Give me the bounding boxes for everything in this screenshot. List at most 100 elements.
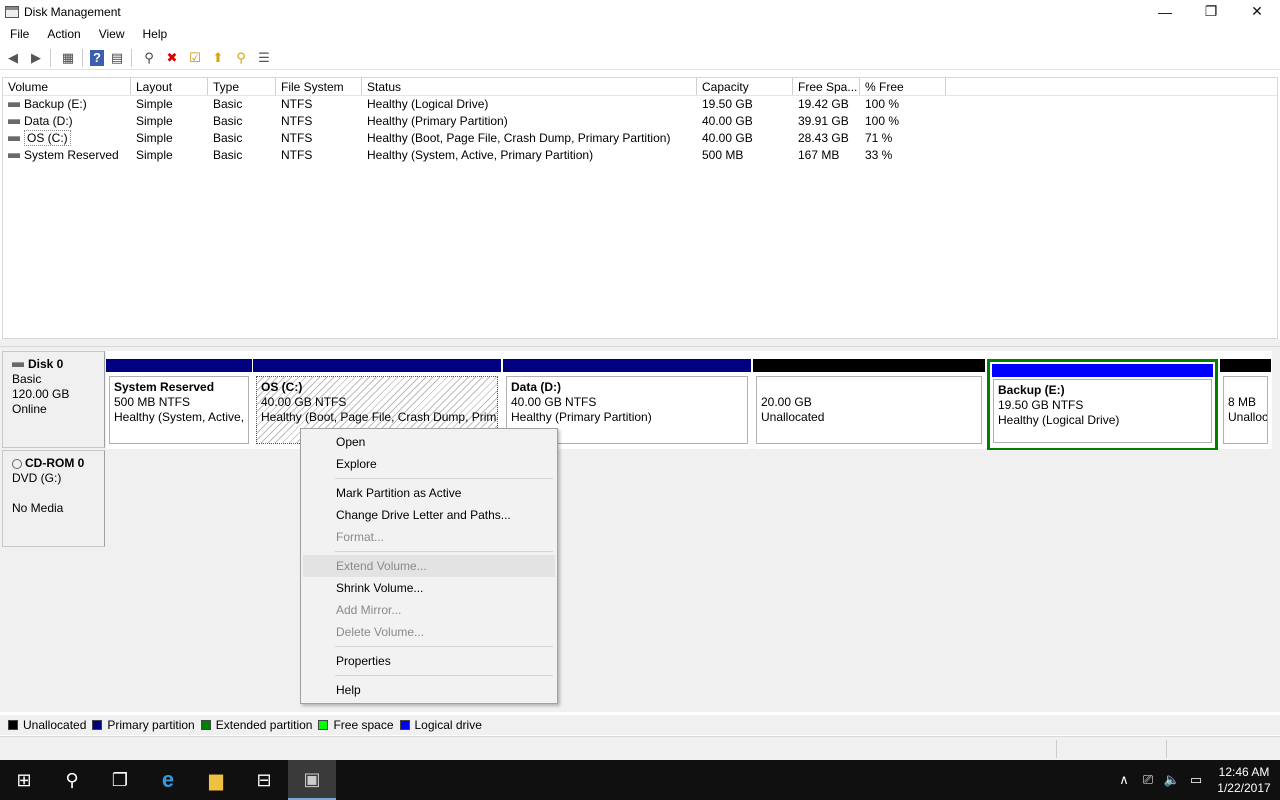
- menu-action[interactable]: Action: [37, 23, 88, 45]
- properties-icon[interactable]: ▤: [107, 48, 127, 68]
- disk-0-label[interactable]: Disk 0 Basic 120.00 GB Online: [2, 351, 105, 448]
- column-type[interactable]: Type: [208, 78, 276, 95]
- partition-box: 20.00 GB Unallocated: [756, 376, 982, 444]
- partition-status: Healthy (Boot, Page File, Crash Dump, Pr…: [261, 410, 498, 424]
- cell-status: Healthy (System, Active, Primary Partiti…: [362, 147, 697, 164]
- menu-help[interactable]: Help: [133, 23, 176, 45]
- clock-time: 12:46 AM: [1208, 764, 1280, 780]
- menu-item-shrink-volume[interactable]: Shrink Volume...: [303, 577, 555, 599]
- back-arrow-icon[interactable]: ◀: [3, 48, 23, 68]
- search-icon[interactable]: ⚲: [48, 760, 96, 800]
- file-explorer-icon[interactable]: ▆: [192, 760, 240, 800]
- title-bar: Disk Management — ❐ ✕: [0, 0, 1280, 23]
- column-percent-free[interactable]: % Free: [860, 78, 946, 95]
- partition-size: 40.00 GB NTFS: [261, 395, 346, 409]
- legend-swatch: [318, 720, 328, 730]
- list-view-icon[interactable]: ☰: [254, 48, 274, 68]
- partition-backup-e[interactable]: Backup (E:) 19.50 GB NTFS Healthy (Logic…: [987, 359, 1218, 451]
- menu-bar: File Action View Help: [0, 23, 1280, 45]
- menu-item-change-drive-letter[interactable]: Change Drive Letter and Paths...: [303, 504, 555, 526]
- clock[interactable]: 12:46 AM 1/22/2017: [1208, 764, 1280, 796]
- close-button[interactable]: ✕: [1234, 0, 1280, 23]
- search-folder-icon[interactable]: ⚲: [231, 48, 251, 68]
- forward-arrow-icon[interactable]: ▶: [26, 48, 46, 68]
- partition-bar: [992, 364, 1213, 377]
- graphical-view: Disk 0 Basic 120.00 GB Online System Res…: [0, 347, 1280, 712]
- check-icon[interactable]: ☑: [185, 48, 205, 68]
- cell-layout: Simple: [131, 130, 208, 147]
- disk-management-task-icon[interactable]: ▣: [288, 760, 336, 800]
- partition-size: 20.00 GB: [761, 395, 812, 409]
- menu-item-open[interactable]: Open: [303, 431, 555, 453]
- cell-capacity: 19.50 GB: [697, 96, 793, 113]
- menu-separator: [335, 478, 553, 479]
- volume-list: Volume Layout Type File System Status Ca…: [2, 77, 1278, 339]
- cell-status: Healthy (Primary Partition): [362, 113, 697, 130]
- partition-unallocated-tail[interactable]: 8 MB Unalloc: [1220, 359, 1271, 449]
- cell-percent-free: 33 %: [860, 147, 946, 164]
- table-row[interactable]: OS (C:) Simple Basic NTFS Healthy (Boot,…: [3, 130, 1277, 147]
- partition-status: Unallocated: [761, 410, 824, 424]
- legend-item: Extended partition: [201, 718, 313, 732]
- connect-disk-icon[interactable]: ⚲: [139, 48, 159, 68]
- store-icon[interactable]: ⊟: [240, 760, 288, 800]
- menu-item-help[interactable]: Help: [303, 679, 555, 701]
- network-icon[interactable]: ⎚: [1136, 772, 1160, 788]
- up-folder-icon[interactable]: ⬆: [208, 48, 228, 68]
- table-row[interactable]: System Reserved Simple Basic NTFS Health…: [3, 147, 1277, 164]
- column-layout[interactable]: Layout: [131, 78, 208, 95]
- menu-item-properties[interactable]: Properties: [303, 650, 555, 672]
- cell-status: Healthy (Logical Drive): [362, 96, 697, 113]
- menu-item-extend-volume: Extend Volume...: [303, 555, 555, 577]
- start-icon[interactable]: ⊞: [0, 760, 48, 800]
- volume-name: Data (D:): [24, 114, 73, 128]
- drive-icon: [8, 102, 20, 107]
- column-status[interactable]: Status: [362, 78, 697, 95]
- restore-button[interactable]: ❐: [1188, 0, 1234, 23]
- cell-free-space: 19.42 GB: [793, 96, 860, 113]
- partition-system-reserved[interactable]: System Reserved 500 MB NTFS Healthy (Sys…: [106, 359, 252, 449]
- notifications-icon[interactable]: ▭: [1184, 772, 1208, 788]
- menu-separator: [335, 646, 553, 647]
- volume-name: System Reserved: [24, 148, 119, 162]
- column-file-system[interactable]: File System: [276, 78, 362, 95]
- menu-item-mark-active[interactable]: Mark Partition as Active: [303, 482, 555, 504]
- disk-name: Disk 0: [28, 357, 63, 371]
- partition-status: Healthy (Logical Drive): [998, 413, 1119, 427]
- column-volume[interactable]: Volume: [3, 78, 131, 95]
- cell-capacity: 40.00 GB: [697, 113, 793, 130]
- partition-unallocated[interactable]: 20.00 GB Unallocated: [753, 359, 985, 449]
- show-hidden-icons-icon[interactable]: ∧: [1112, 772, 1136, 788]
- pane-splitter[interactable]: [0, 339, 1280, 347]
- menu-item-explore[interactable]: Explore: [303, 453, 555, 475]
- menu-file[interactable]: File: [0, 23, 37, 45]
- table-row[interactable]: Backup (E:) Simple Basic NTFS Healthy (L…: [3, 96, 1277, 113]
- cdrom-0-label[interactable]: CD-ROM 0 DVD (G:) No Media: [2, 450, 105, 547]
- cell-free-space: 28.43 GB: [793, 130, 860, 147]
- minimize-button[interactable]: —: [1142, 0, 1188, 23]
- partition-size: 500 MB NTFS: [114, 395, 190, 409]
- cell-free-space: 39.91 GB: [793, 113, 860, 130]
- toolbar-separator: [82, 49, 83, 67]
- toolbar-separator: [50, 49, 51, 67]
- column-free-space[interactable]: Free Spa...: [793, 78, 860, 95]
- help-icon[interactable]: ?: [90, 50, 104, 66]
- edge-icon[interactable]: e: [144, 760, 192, 800]
- console-tree-icon[interactable]: ▦: [58, 48, 78, 68]
- legend-swatch: [92, 720, 102, 730]
- cell-file-system: NTFS: [276, 113, 362, 130]
- volume-icon[interactable]: 🔈: [1160, 772, 1184, 788]
- partition-size: 19.50 GB NTFS: [998, 398, 1083, 412]
- cell-layout: Simple: [131, 113, 208, 130]
- disk-type: Basic: [12, 372, 104, 387]
- task-view-icon[interactable]: ❐: [96, 760, 144, 800]
- cell-file-system: NTFS: [276, 96, 362, 113]
- delete-icon[interactable]: ✖: [162, 48, 182, 68]
- table-row[interactable]: Data (D:) Simple Basic NTFS Healthy (Pri…: [3, 113, 1277, 130]
- partition-size: 8 MB: [1228, 395, 1256, 409]
- column-capacity[interactable]: Capacity: [697, 78, 793, 95]
- drive-icon: [8, 136, 20, 141]
- volume-name: Backup (E:): [24, 97, 87, 111]
- menu-view[interactable]: View: [89, 23, 133, 45]
- clock-date: 1/22/2017: [1208, 780, 1280, 796]
